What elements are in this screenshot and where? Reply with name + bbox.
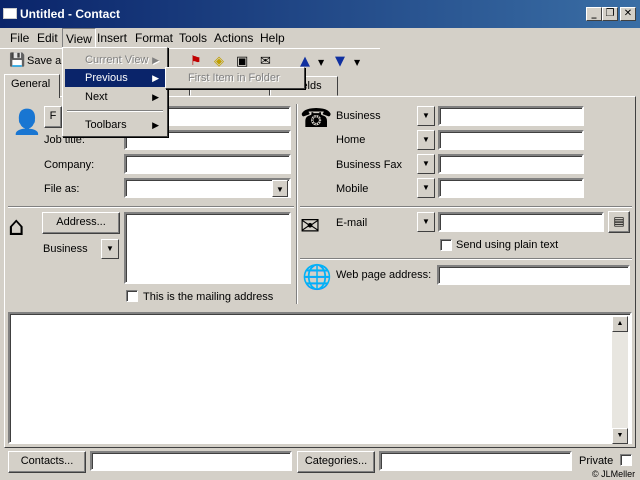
phone-icon: ☎: [300, 104, 333, 134]
menu-edit[interactable]: Edit: [37, 31, 58, 45]
file-as-combo[interactable]: [124, 178, 291, 198]
menu-file[interactable]: File: [10, 31, 29, 45]
menu-help[interactable]: Help: [260, 31, 285, 45]
web-page-icon: 🌐: [302, 263, 332, 291]
plain-text-checkbox[interactable]: [440, 239, 452, 251]
chevron-down-icon[interactable]: ▼: [272, 180, 288, 197]
contacts-button[interactable]: Contacts...: [8, 451, 86, 473]
vertical-divider: [296, 104, 298, 304]
house-icon: ⌂: [8, 212, 25, 242]
private-label: Private: [579, 455, 614, 467]
next-item-icon[interactable]: ▼: [335, 54, 345, 69]
menu-view[interactable]: View: [62, 28, 96, 48]
contact-card-icon: [3, 8, 17, 19]
categories-button[interactable]: Categories...: [297, 451, 375, 473]
phone-label-mobile: Mobile: [336, 183, 369, 195]
business-phone-field[interactable]: [438, 106, 584, 126]
business-fax-field[interactable]: [438, 154, 584, 174]
mailing-address-checkbox[interactable]: [126, 290, 138, 302]
menu-item-previous[interactable]: Previous ▶: [65, 69, 165, 87]
mailing-address-label: This is the mailing address: [143, 291, 274, 303]
chevron-down-icon[interactable]: ▼: [318, 58, 324, 67]
save-and-close-button[interactable]: Save a: [27, 55, 61, 67]
menu-insert[interactable]: Insert: [97, 31, 127, 45]
divider: [300, 206, 632, 208]
chevron-down-icon[interactable]: ▼: [417, 178, 435, 198]
email-icon: ✉: [300, 212, 321, 240]
person-icon: 👤: [12, 108, 42, 136]
divider: [300, 258, 632, 260]
menu-item-toolbars[interactable]: Toolbars ▶: [65, 116, 165, 134]
phone-label-business-fax: Business Fax: [336, 159, 403, 171]
file-as-label: File as:: [44, 183, 80, 195]
vertical-scrollbar[interactable]: ▲ ▼: [612, 316, 628, 444]
chevron-down-icon[interactable]: ▼: [354, 58, 360, 67]
chevron-right-icon: ▶: [152, 73, 159, 83]
chevron-down-icon[interactable]: ▼: [417, 212, 435, 232]
address-book-icon[interactable]: ▤: [608, 211, 630, 233]
email-label: E-mail: [336, 217, 368, 229]
window-title: Untitled - Contact: [20, 7, 120, 21]
scroll-up-icon[interactable]: ▲: [612, 316, 628, 332]
restore-button[interactable]: ❐: [602, 7, 618, 21]
chevron-right-icon: ▶: [152, 55, 159, 65]
phone-label-business: Business: [336, 110, 381, 122]
minimize-button[interactable]: _: [586, 7, 602, 21]
menu-tools[interactable]: Tools: [179, 31, 207, 45]
menu-item-current-view[interactable]: Current View ▶: [65, 51, 165, 69]
full-name-button[interactable]: F: [44, 106, 62, 128]
divider: [8, 206, 294, 208]
notes-textarea[interactable]: ▲ ▼: [8, 312, 632, 444]
scroll-down-icon[interactable]: ▼: [612, 428, 628, 444]
chevron-down-icon[interactable]: ▼: [417, 154, 435, 174]
address-button[interactable]: Address...: [42, 212, 120, 234]
web-page-field[interactable]: [437, 265, 630, 285]
company-field[interactable]: [124, 154, 291, 174]
private-checkbox[interactable]: [620, 454, 632, 466]
chevron-down-icon[interactable]: ▼: [417, 130, 435, 150]
chevron-right-icon: ▶: [152, 120, 159, 130]
address-textbox[interactable]: [124, 212, 291, 284]
email-field[interactable]: [438, 212, 604, 232]
address-type-label: Business: [43, 243, 88, 255]
chevron-down-icon[interactable]: ▼: [101, 239, 119, 259]
view-menu-dropdown: Current View ▶ Previous ▶ Next ▶ Toolbar…: [62, 47, 168, 137]
menu-separator: [67, 110, 163, 112]
contacts-field[interactable]: [90, 451, 292, 471]
menu-bar: File Edit View Insert Format Tools Actio…: [0, 28, 640, 48]
plain-text-label: Send using plain text: [456, 239, 559, 251]
floppy-disk-icon[interactable]: 💾: [9, 53, 25, 68]
web-page-label: Web page address:: [336, 269, 432, 281]
mobile-phone-field[interactable]: [438, 178, 584, 198]
chevron-down-icon[interactable]: ▼: [417, 106, 435, 126]
phone-label-home: Home: [336, 134, 366, 146]
copyright-text: © JLMeller: [592, 469, 636, 479]
tab-general[interactable]: General: [4, 74, 60, 98]
close-button[interactable]: ✕: [620, 7, 636, 21]
categories-field[interactable]: [379, 451, 572, 471]
menu-item-next[interactable]: Next ▶: [65, 88, 165, 106]
home-phone-field[interactable]: [438, 130, 584, 150]
company-label: Company:: [44, 159, 95, 171]
submenu-first-item-in-folder[interactable]: First Item in Folder: [165, 67, 305, 89]
chevron-right-icon: ▶: [152, 92, 159, 102]
menu-actions[interactable]: Actions: [214, 31, 253, 45]
menu-format[interactable]: Format: [135, 31, 173, 45]
title-bar[interactable]: Untitled - Contact _ ❐ ✕: [0, 0, 640, 28]
